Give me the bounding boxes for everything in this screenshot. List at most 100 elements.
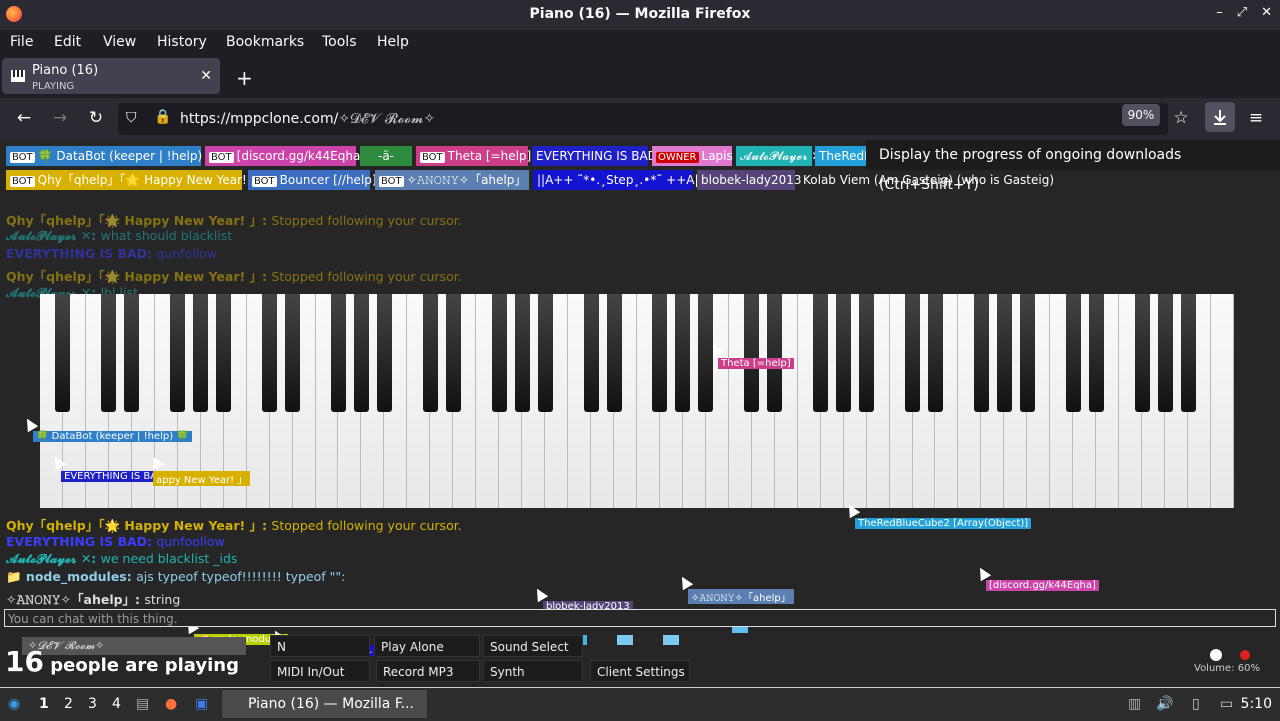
black-key[interactable] [262,294,278,412]
workspace-4[interactable]: 4 [112,696,121,712]
start-menu-icon[interactable]: ◉ [8,696,20,712]
black-key[interactable] [331,294,346,412]
maximize-icon[interactable]: ⤢ [1237,5,1247,20]
downloads-button[interactable] [1205,102,1235,132]
taskbar-window-firefox[interactable]: Piano (16) — Mozilla F... [222,690,427,718]
tab-piano[interactable]: Piano (16) PLAYING ✕ [2,58,220,94]
player-badge[interactable]: -ä- [360,146,412,166]
close-icon[interactable]: ✕ [1261,5,1272,20]
black-key[interactable] [652,294,668,412]
new-tab-icon[interactable]: + [236,66,253,90]
menu-history[interactable]: History [157,34,207,50]
shield-icon[interactable]: ⛉ [126,110,137,126]
black-key[interactable] [101,294,117,412]
back-icon[interactable]: ← [13,108,35,128]
new-room-button[interactable]: N [270,635,370,657]
black-key[interactable] [55,294,71,412]
black-key[interactable] [353,294,369,412]
clipboard-icon[interactable]: ▥ [1128,696,1141,712]
notes-icon[interactable]: ▯ [1192,696,1200,712]
workspace-3[interactable]: 3 [88,696,97,712]
player-badge[interactable]: ||A++ ˜*•.¸Step¸.•*˜ ++A||[🍀] [533,170,727,190]
hamburger-menu-icon[interactable]: ≡ [1245,108,1267,128]
black-key[interactable] [1088,294,1104,412]
player-badge[interactable]: BOT Qhy「qhelp」「🌟 Happy New Year! 」 [6,170,263,190]
menu-bookmarks[interactable]: Bookmarks [226,34,304,50]
volume-icon[interactable]: 🔊 [1156,696,1173,712]
menu-edit[interactable]: Edit [54,34,81,50]
reload-icon[interactable]: ↻ [85,108,107,128]
menu-tools[interactable]: Tools [322,34,357,50]
black-key[interactable] [1134,294,1150,412]
player-badge[interactable]: BOT Bouncer [//help] [248,170,377,190]
black-key[interactable] [1065,294,1081,412]
chat-author: Qhy「qhelp」「🌟 Happy New Year! 」: [6,269,272,284]
display-icon[interactable]: ▭ [1220,696,1233,712]
black-key[interactable] [675,294,691,412]
black-key[interactable] [1180,294,1196,412]
file-manager-icon[interactable]: ▤ [136,696,149,712]
volume-knob[interactable] [1170,649,1250,661]
player-badge[interactable]: 𝓐𝓾𝓽𝓸𝓟𝓵𝓪𝔂𝓮𝓻 ✕ [736,146,822,166]
black-key[interactable] [996,294,1012,412]
player-badge[interactable]: BOT [discord.gg/k44Eqha] [205,146,365,166]
chat-message: 📁 node_modules: ajs typeof typeof!!!!!!!… [6,569,345,585]
player-badge[interactable]: BOT 🍀 DataBot (keeper | !help) 🍀 [6,146,221,166]
black-key[interactable] [170,294,186,412]
sound-select-button[interactable]: Sound Select [483,635,583,657]
black-key[interactable] [583,294,599,412]
menu-view[interactable]: View [103,34,136,50]
bookmark-star-icon[interactable]: ☆ [1170,108,1192,128]
black-key[interactable] [813,294,829,412]
black-key[interactable] [193,294,209,412]
black-key[interactable] [514,294,530,412]
black-key[interactable] [422,294,438,412]
black-key[interactable] [905,294,921,412]
black-key[interactable] [124,294,140,412]
black-key[interactable] [445,294,461,412]
client-settings-button[interactable]: Client Settings [590,660,690,682]
black-key[interactable] [836,294,852,412]
lock-icon[interactable]: 🔒 [154,109,171,125]
black-key[interactable] [859,294,875,412]
player-badge[interactable]: EVERYTHING IS BAD [532,146,657,166]
chat-input[interactable]: You can chat with this thing. [4,609,1276,627]
record-mp3-button[interactable]: Record MP3 [376,660,480,682]
player-badge[interactable]: BOT ✧𝙰𝙽𝙾𝙽𝚈✧「ahelp」 [375,170,529,190]
black-key[interactable] [767,294,783,412]
player-badge[interactable]: OWNER Lapis [652,146,733,166]
zoom-level[interactable]: 90% [1122,104,1160,126]
tab-close-icon[interactable]: ✕ [200,68,212,84]
menu-file[interactable]: File [10,34,33,50]
synth-button[interactable]: Synth [483,660,583,682]
terminal-icon[interactable]: ▣ [195,696,208,712]
midi-button[interactable]: MIDI In/Out [270,660,370,682]
black-key[interactable] [606,294,622,412]
remote-cursor-icon [974,564,992,582]
firefox-launcher-icon[interactable]: ● [165,696,177,712]
player-name: Theta [=help] [447,149,532,163]
workspace-2[interactable]: 2 [64,696,73,712]
url-bar[interactable]: ⛉ 🔒 https://mppclone.com/✧𝓓𝓔𝓥 𝓡𝓸𝓸𝓶✧ [118,103,1168,135]
black-key[interactable] [1157,294,1173,412]
black-key[interactable] [537,294,553,412]
player-badge[interactable]: blobek-lady2013 [697,170,802,190]
white-key[interactable] [1211,294,1234,508]
play-alone-button[interactable]: Play Alone [374,635,480,657]
black-key[interactable] [1019,294,1035,412]
chat-text: string [144,592,181,607]
black-key[interactable] [376,294,392,412]
black-key[interactable] [285,294,301,412]
minimize-icon[interactable]: – [1216,5,1223,20]
black-key[interactable] [491,294,507,412]
player-badge[interactable]: BOT Theta [=help] [416,146,531,166]
black-key[interactable] [216,294,232,412]
black-key[interactable] [744,294,760,412]
workspace-1[interactable]: 1 [39,696,49,712]
black-key[interactable] [973,294,989,412]
note-indicator [663,635,679,645]
menu-help[interactable]: Help [377,34,409,50]
black-key[interactable] [928,294,943,412]
player-badge[interactable]: TheRedB [815,146,872,166]
forward-icon[interactable]: → [49,108,71,128]
